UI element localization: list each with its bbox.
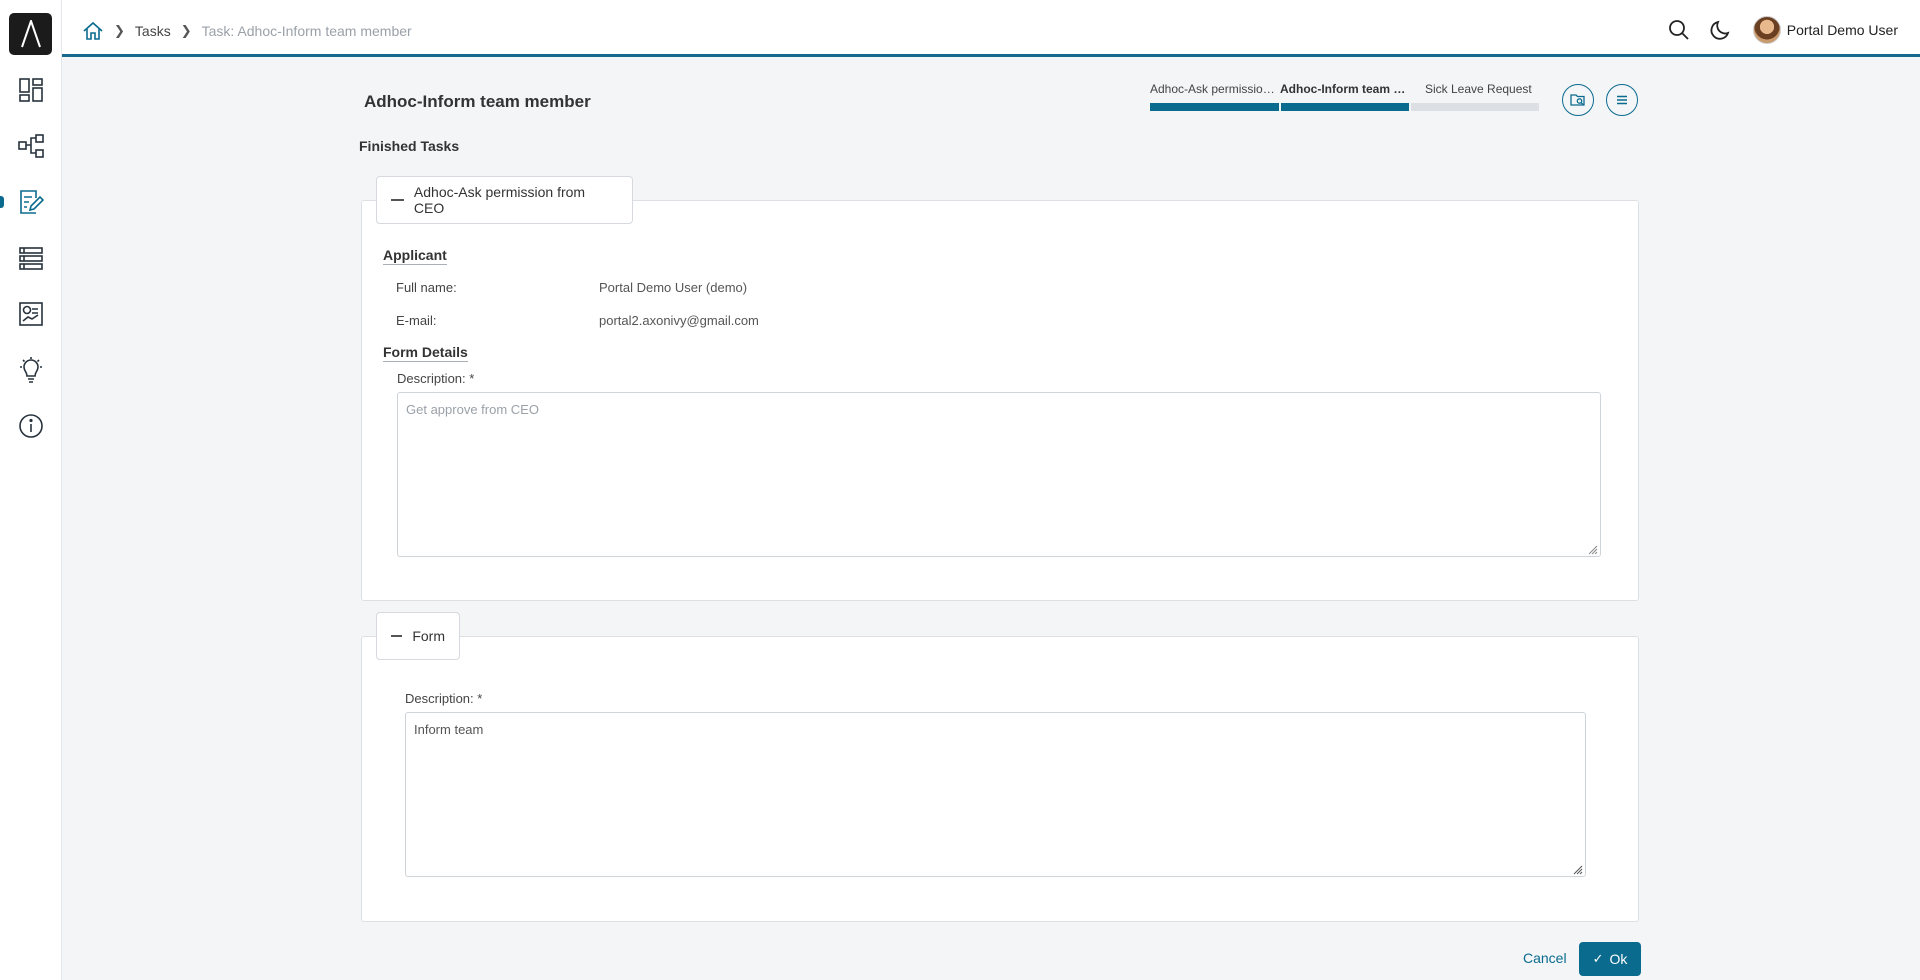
description-label: Description: * <box>405 691 483 706</box>
breadcrumb-tasks[interactable]: Tasks <box>135 23 171 39</box>
finished-description-label: Description: * <box>397 371 475 386</box>
step-label-1: Adhoc-Ask permission from CEO <box>1150 82 1279 96</box>
email-label: E-mail: <box>396 313 437 328</box>
top-actions: Portal Demo User <box>1667 16 1898 44</box>
step-bar-done <box>1150 103 1279 111</box>
search-icon[interactable] <box>1667 18 1691 42</box>
finished-task-legend: Adhoc-Ask permission from CEO <box>413 184 586 216</box>
case-details-icon <box>1570 94 1585 106</box>
task-edit-icon[interactable] <box>0 182 62 222</box>
step-bar-current <box>1281 103 1409 111</box>
page-title: Adhoc-Inform team member <box>364 92 591 111</box>
menu-button[interactable] <box>1606 84 1638 116</box>
lightbulb-icon[interactable] <box>0 350 62 390</box>
resize-handle-icon <box>1588 545 1598 555</box>
breadcrumb: ❯ Tasks ❯ Task: Adhoc-Inform team member <box>82 20 412 42</box>
ok-button[interactable]: ✓ Ok <box>1579 942 1641 976</box>
finished-tasks-label: Finished Tasks <box>359 138 460 154</box>
step-label-2: Adhoc-Inform team member <box>1280 82 1407 96</box>
sidebar <box>0 0 62 980</box>
list-icon[interactable] <box>0 238 62 278</box>
chevron-right-icon: ❯ <box>114 23 125 38</box>
form-legend: Form <box>412 628 445 644</box>
menu-icon <box>1617 95 1627 105</box>
avatar[interactable] <box>1752 16 1781 44</box>
step-bar-pending <box>1411 103 1539 111</box>
moon-icon[interactable] <box>1709 18 1733 42</box>
step-label-3: Sick Leave Request <box>1425 82 1532 96</box>
process-tree-icon[interactable] <box>0 126 62 166</box>
full-name-label: Full name: <box>396 280 457 295</box>
ok-label: Ok <box>1609 951 1628 967</box>
info-icon[interactable] <box>0 406 62 446</box>
resize-handle-icon[interactable] <box>1571 863 1583 875</box>
breadcrumb-current-task: Task: Adhoc-Inform team member <box>201 23 412 39</box>
statistics-icon[interactable] <box>0 294 62 334</box>
finished-description-field: Get approve from CEO <box>397 392 1601 557</box>
full-name-value: Portal Demo User (demo) <box>599 280 748 295</box>
username[interactable]: Portal Demo User <box>1787 22 1898 38</box>
check-icon: ✓ <box>1592 951 1604 966</box>
cancel-button[interactable]: Cancel <box>1523 950 1567 966</box>
chevron-right-icon: ❯ <box>180 23 192 38</box>
email-value: portal2.axonivy@gmail.com <box>599 313 759 328</box>
home-icon[interactable] <box>82 20 104 42</box>
logo-icon[interactable] <box>9 13 52 55</box>
form-toggle[interactable]: Form <box>376 612 460 660</box>
form-details-heading: Form Details <box>383 344 468 362</box>
minus-icon <box>391 635 403 637</box>
case-details-button[interactable] <box>1562 84 1594 116</box>
top-bar: ❯ Tasks ❯ Task: Adhoc-Inform team member… <box>62 0 1920 57</box>
dashboard-icon[interactable] <box>0 70 62 110</box>
applicant-heading: Applicant <box>383 247 447 265</box>
finished-task-toggle[interactable]: Adhoc-Ask permission from CEO <box>376 176 633 224</box>
description-field[interactable]: Inform team <box>405 712 1586 877</box>
minus-icon <box>391 199 404 201</box>
